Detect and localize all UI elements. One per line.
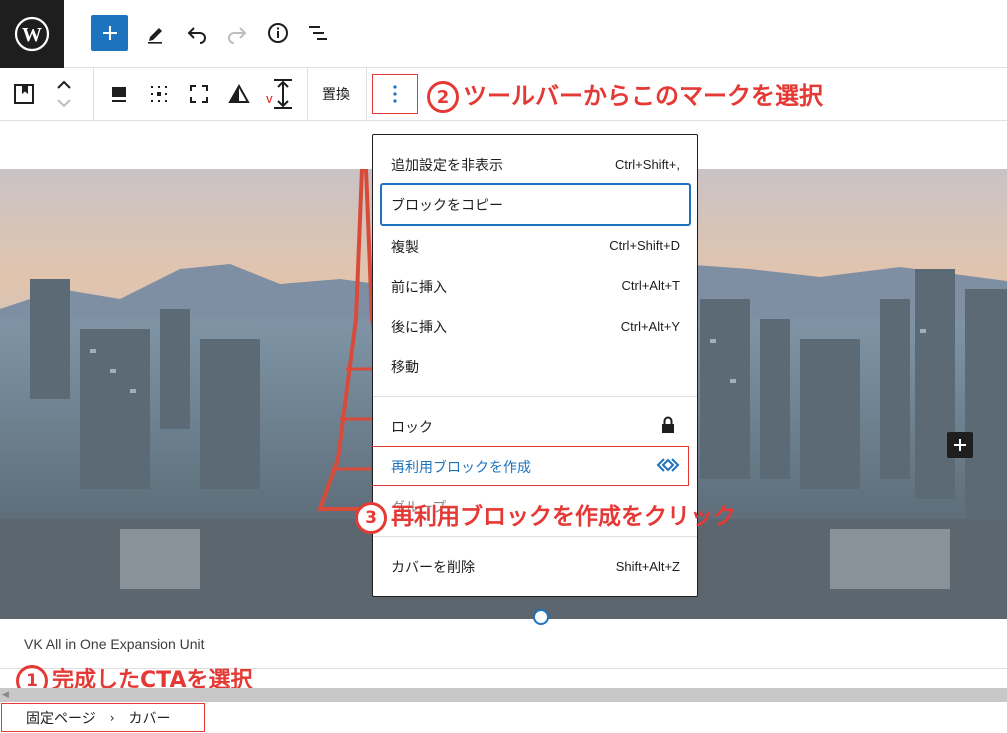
editor-header: W (0, 0, 1007, 68)
kebab-icon (393, 85, 397, 103)
annotation-step-2-text: ツールバーからこのマークを選択 (463, 82, 823, 110)
menu-item-move[interactable]: 移動 (391, 357, 419, 377)
add-block-button[interactable] (91, 15, 128, 51)
breadcrumb-item-page[interactable]: 固定ページ (26, 708, 96, 728)
menu-shortcut: Ctrl+Alt+Y (620, 319, 680, 334)
scroll-left-icon[interactable]: ◀ (2, 690, 9, 700)
plus-icon (954, 439, 966, 451)
wordpress-logo-icon[interactable]: W (0, 0, 64, 68)
horizontal-scrollbar[interactable]: ◀ (0, 688, 1007, 702)
redo-icon[interactable] (220, 16, 254, 50)
reusable-block-icon (656, 458, 680, 472)
add-block-inline-button[interactable] (947, 432, 973, 458)
info-icon[interactable] (261, 16, 295, 50)
plus-icon (102, 26, 117, 40)
full-height-icon[interactable] (183, 78, 215, 110)
menu-item-lock[interactable]: ロック (391, 417, 433, 437)
annotation-step-3-number: 3 (355, 501, 387, 534)
menu-item-remove-cover[interactable]: カバーを削除 (391, 557, 475, 577)
menu-item-insert-after[interactable]: 後に挿入 (391, 317, 447, 337)
duotone-icon[interactable] (223, 78, 255, 110)
svg-text:W: W (22, 24, 42, 46)
resize-handle[interactable] (533, 609, 549, 625)
lock-icon (662, 416, 674, 433)
svg-text:V: V (266, 95, 273, 106)
menu-item-insert-before[interactable]: 前に挿入 (391, 277, 447, 297)
align-icon[interactable] (103, 78, 135, 110)
menu-item-duplicate[interactable]: 複製 (391, 237, 419, 257)
move-up-down-icon[interactable] (48, 74, 80, 114)
menu-item-hide-more-settings[interactable]: 追加設定を非表示 (391, 155, 503, 175)
menu-shortcut: Ctrl+Alt+T (621, 278, 680, 293)
menu-item-create-reusable-block[interactable]: 再利用ブロックを作成 (391, 457, 531, 477)
cover-block-icon[interactable] (8, 78, 40, 110)
content-position-icon[interactable] (143, 78, 175, 110)
annotation-step-2: 2 ツールバーからこのマークを選択 (427, 76, 823, 113)
chevron-right-icon: › (109, 710, 115, 725)
vk-height-icon[interactable]: V (265, 76, 297, 112)
replace-button[interactable]: 置換 (322, 84, 350, 104)
annotation-step-3: 3 再利用ブロックを作成をクリック (355, 497, 736, 534)
menu-shortcut: Ctrl+Shift+D (609, 238, 680, 253)
breadcrumb-item-cover[interactable]: カバー (129, 708, 171, 728)
annotation-step-3-text: 再利用ブロックを作成をクリック (391, 504, 736, 530)
list-view-icon[interactable] (301, 16, 335, 50)
menu-shortcut: Shift+Alt+Z (615, 559, 680, 574)
breadcrumb: 固定ページ › カバー (1, 703, 205, 732)
annotation-step-2-number: 2 (427, 81, 459, 113)
vk-section-label: VK All in One Expansion Unit (24, 636, 205, 652)
pencil-icon[interactable] (139, 16, 173, 50)
menu-item-copy-block[interactable]: ブロックをコピー (391, 195, 503, 215)
more-options-button[interactable] (372, 74, 418, 114)
menu-shortcut: Ctrl+Shift+, (614, 157, 680, 172)
undo-icon[interactable] (180, 16, 214, 50)
